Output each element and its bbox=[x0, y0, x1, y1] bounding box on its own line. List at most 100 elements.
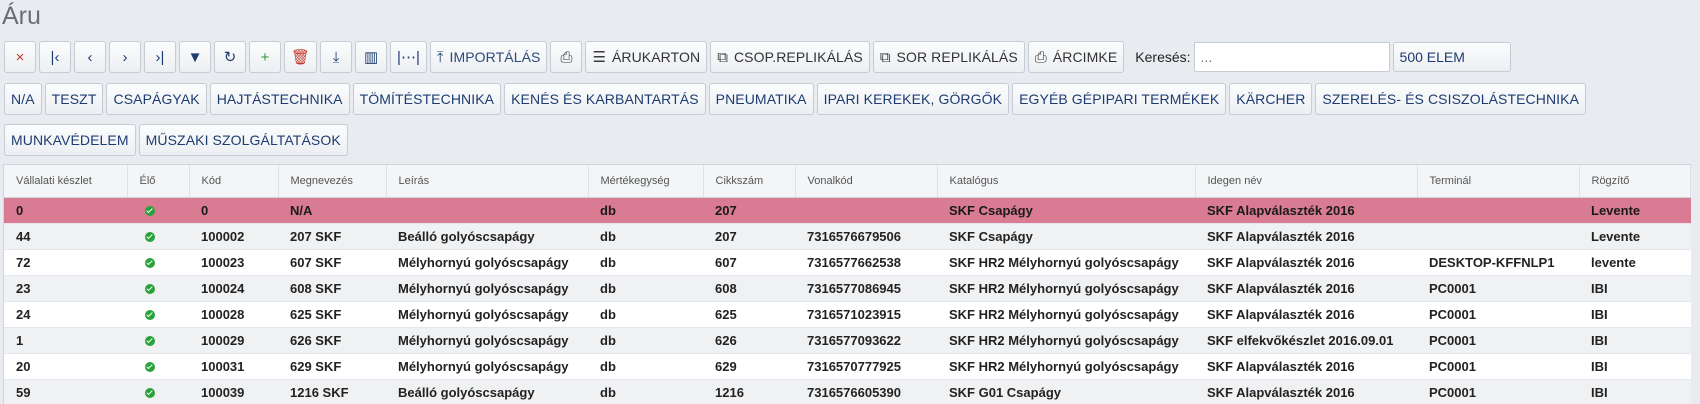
prev-record-icon: ‹ bbox=[87, 48, 93, 66]
product-card-button-label: ÁRUKARTON bbox=[611, 49, 701, 65]
table-cell: 0 bbox=[189, 197, 278, 224]
table-cell bbox=[795, 197, 937, 224]
category-button[interactable]: CSAPÁGYAK bbox=[106, 83, 207, 115]
columns-button[interactable]: ▥ bbox=[355, 41, 388, 73]
table-cell bbox=[127, 249, 189, 276]
category-button[interactable]: TESZT bbox=[44, 83, 104, 115]
column-header[interactable]: Mértékegység bbox=[588, 165, 704, 198]
column-header[interactable]: Leírás bbox=[386, 165, 589, 198]
table-cell: levente bbox=[1579, 249, 1691, 276]
category-button[interactable]: MUNKAVÉDELEM bbox=[4, 124, 136, 156]
table-row[interactable]: 72 100023 607 SKF Mélyhornyú golyóscsapágy d… bbox=[4, 249, 1691, 276]
import-button[interactable]: ⤒ IMPORTÁLÁS bbox=[429, 41, 548, 73]
table-cell: 7316577086945 bbox=[795, 275, 937, 302]
column-header[interactable]: Terminál bbox=[1417, 165, 1580, 198]
table-cell: db bbox=[588, 327, 703, 354]
table-cell: SKF Alapválaszték 2016 bbox=[1195, 353, 1417, 380]
column-width-button[interactable]: |⋯| bbox=[390, 41, 427, 73]
price-label-button[interactable]: ⎙ ÁRCIMKE bbox=[1027, 41, 1125, 73]
table-cell: 207 bbox=[703, 223, 795, 250]
category-button[interactable]: TÖMÍTÉSTECHNIKA bbox=[352, 83, 502, 115]
column-header[interactable]: Katalógus bbox=[937, 165, 1196, 198]
table-cell: 607 SKF bbox=[278, 249, 386, 276]
active-check-icon bbox=[145, 388, 155, 399]
search-input[interactable] bbox=[1193, 42, 1390, 72]
table-cell: 626 SKF bbox=[278, 327, 386, 354]
table-cell: db bbox=[588, 249, 703, 276]
column-header[interactable]: Kód bbox=[189, 165, 279, 198]
column-header[interactable]: Élő bbox=[127, 165, 190, 198]
table-cell: SKF Alapválaszték 2016 bbox=[1195, 301, 1417, 328]
table-cell: 0 bbox=[4, 197, 127, 224]
table-cell: 629 SKF bbox=[278, 353, 386, 380]
column-width-icon: |⋯| bbox=[397, 48, 420, 66]
table-header: Vállalati készlet Élő Kód Megnevezés Leírás M… bbox=[4, 165, 1691, 198]
group-replicate-button[interactable]: ⧉ CSOP.REPLIKÁLÁS bbox=[710, 41, 870, 73]
table-row[interactable]: 20 100031 629 SKF Mélyhornyú golyóscsapágy d… bbox=[4, 353, 1691, 380]
table-cell: DESKTOP-KFFNLP1 bbox=[1417, 249, 1579, 276]
table-cell bbox=[127, 301, 189, 328]
column-header[interactable]: Vállalati készlet bbox=[4, 165, 128, 198]
column-header[interactable]: Rögzítő bbox=[1579, 165, 1691, 198]
active-check-icon bbox=[145, 310, 155, 321]
row-replicate-button[interactable]: ⧉ SOR REPLIKÁLÁS bbox=[872, 41, 1025, 73]
category-button[interactable]: SZERELÉS- ÉS CSISZOLÁSTECHNIKA bbox=[1315, 83, 1587, 115]
category-button[interactable]: N/A bbox=[4, 83, 42, 115]
table-cell: SKF HR2 Mélyhornyú golyóscsapágy bbox=[937, 327, 1195, 354]
product-card-button[interactable]: ☰ ÁRUKARTON bbox=[585, 41, 708, 73]
download-icon: ⤓ bbox=[332, 48, 340, 66]
category-button[interactable]: PNEUMATIKA bbox=[708, 83, 814, 115]
download-button[interactable]: ⤓ bbox=[320, 41, 353, 73]
column-header[interactable]: Cikkszám bbox=[703, 165, 796, 198]
column-header[interactable]: Idegen név bbox=[1195, 165, 1418, 198]
column-header[interactable]: Vonalkód bbox=[795, 165, 938, 198]
column-header[interactable]: Megnevezés bbox=[278, 165, 387, 198]
price-label-icon: ⎙ bbox=[1034, 48, 1047, 66]
table-cell: 608 bbox=[703, 275, 795, 302]
category-button[interactable]: HAJTÁSTECHNIKA bbox=[209, 83, 350, 115]
table-cell: SKF HR2 Mélyhornyú golyóscsapágy bbox=[937, 249, 1195, 276]
table-cell: 207 bbox=[703, 197, 795, 224]
prev-record-button[interactable]: ‹ bbox=[74, 41, 106, 73]
category-button[interactable]: KENÉS ÉS KARBANTARTÁS bbox=[504, 83, 706, 115]
next-record-button[interactable]: › bbox=[109, 41, 141, 73]
refresh-button[interactable]: ↻ bbox=[214, 41, 246, 73]
table-row[interactable]: 23 100024 608 SKF Mélyhornyú golyóscsapágy d… bbox=[4, 275, 1691, 302]
columns-icon: ▥ bbox=[363, 48, 379, 66]
table-cell: 7316576679506 bbox=[795, 223, 937, 250]
table-row[interactable]: 24 100028 625 SKF Mélyhornyú golyóscsapágy d… bbox=[4, 301, 1691, 328]
table-cell: PC0001 bbox=[1417, 379, 1579, 404]
table-cell: PC0001 bbox=[1417, 353, 1579, 380]
table-cell: IBI bbox=[1579, 275, 1691, 302]
table-cell: 607 bbox=[703, 249, 795, 276]
delete-button[interactable]: 🗑 bbox=[284, 41, 318, 73]
table-cell: 100028 bbox=[189, 301, 278, 328]
category-button[interactable]: KÄRCHER bbox=[1229, 83, 1313, 115]
table-row[interactable]: 1 100029 626 SKF Mélyhornyú golyóscsapágy db… bbox=[4, 327, 1691, 354]
first-record-button[interactable]: |‹ bbox=[39, 41, 71, 73]
add-button[interactable]: + bbox=[249, 41, 281, 73]
last-record-button[interactable]: ›| bbox=[144, 41, 176, 73]
category-button[interactable]: EGYÉB GÉPIPARI TERMÉKEK bbox=[1012, 83, 1227, 115]
filter-button[interactable]: ▼ bbox=[179, 41, 211, 73]
category-button[interactable]: MŰSZAKI SZOLGÁLTATÁSOK bbox=[138, 124, 348, 156]
close-button[interactable]: × bbox=[4, 41, 36, 73]
toolbar: × |‹ ‹ › ›| ▼ ↻ + 🗑 ⤓ ▥ |⋯| ⤒ IMPORTÁLÁS ⎙ ☰ ÁRUKARTON ⧉ C… bbox=[4, 40, 1511, 74]
row-replicate-button-label: SOR REPLIKÁLÁS bbox=[896, 49, 1018, 65]
table-cell: SKF Alapválaszték 2016 bbox=[1195, 249, 1417, 276]
table-cell: 7316576605390 bbox=[795, 379, 937, 404]
page-size-select[interactable]: 500 ELEM bbox=[1392, 42, 1511, 72]
import-icon: ⤒ bbox=[436, 48, 444, 66]
table-cell: 100031 bbox=[189, 353, 278, 380]
print-button[interactable]: ⎙ bbox=[550, 41, 583, 73]
table-cell: N/A bbox=[278, 197, 386, 224]
table-row[interactable]: 44 100002 207 SKF Beálló golyóscsapágy db 207… bbox=[4, 223, 1691, 250]
table-row[interactable]: 0 0 N/A db 207 SKF Csapágy SKF Alapválaszték 2… bbox=[4, 197, 1691, 224]
table-cell: db bbox=[588, 223, 703, 250]
table-cell: Mélyhornyú golyóscsapágy bbox=[386, 327, 588, 354]
table-row[interactable]: 59 100039 1216 SKF Beálló golyóscsapágy db 12… bbox=[4, 379, 1691, 404]
table-cell: Mélyhornyú golyóscsapágy bbox=[386, 301, 588, 328]
category-button[interactable]: IPARI KEREKEK, GÖRGŐK bbox=[816, 83, 1010, 115]
first-record-icon: |‹ bbox=[50, 48, 60, 66]
table-cell: db bbox=[588, 379, 703, 404]
